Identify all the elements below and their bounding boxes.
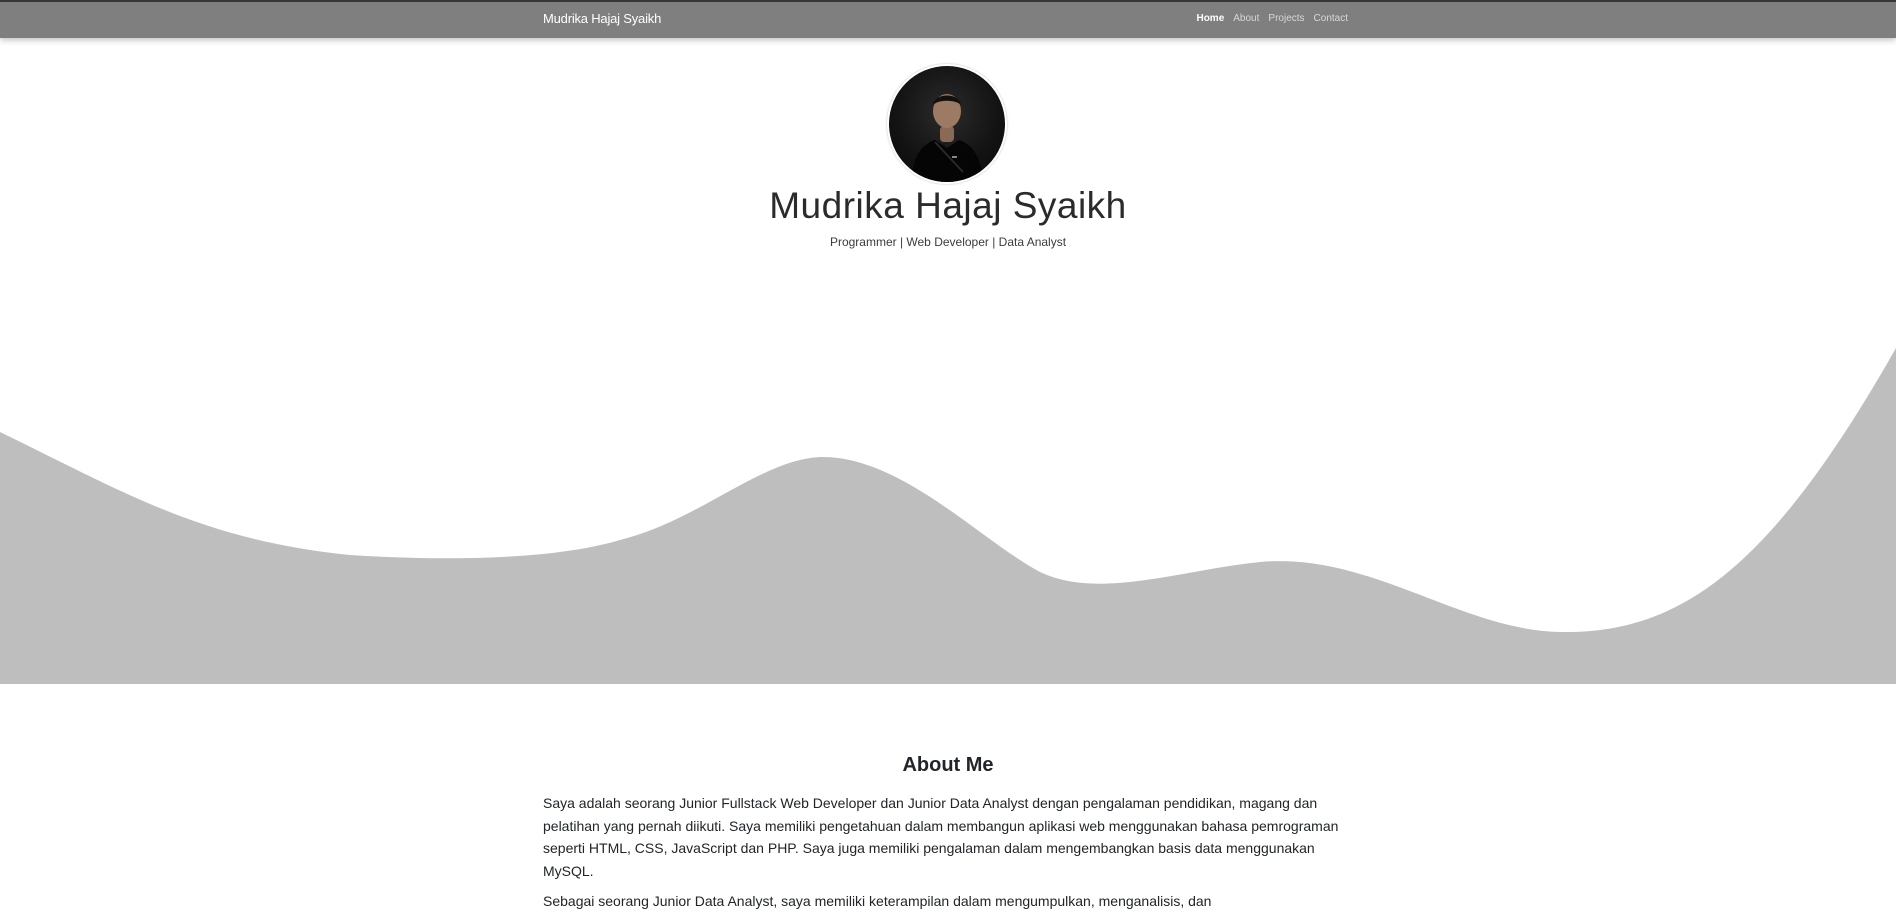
- nav-links: Home About Projects Contact: [1196, 13, 1348, 24]
- about-heading: About Me: [902, 754, 994, 776]
- about-paragraph: Saya adalah seorang Junior Fullstack Web…: [543, 795, 1339, 879]
- person-silhouette-icon: [911, 94, 983, 182]
- hero-name: Mudrika Hajaj Syaikh: [769, 185, 1127, 226]
- wave-shape: [0, 348, 1896, 684]
- about-paragraph: Sebagai seorang Junior Data Analyst, say…: [543, 893, 1212, 909]
- about-content: Saya adalah seorang Junior Fullstack Web…: [543, 792, 1353, 921]
- nav-link-projects[interactable]: Projects: [1268, 13, 1304, 24]
- nav-link-home[interactable]: Home: [1196, 13, 1224, 24]
- profile-photo: [889, 66, 1005, 182]
- hero-subtitle: Programmer | Web Developer | Data Analys…: [829, 235, 1067, 249]
- navbar: Mudrika Hajaj Syaikh Home About Projects…: [0, 2, 1896, 38]
- profile-avatar: [887, 64, 1007, 184]
- navbar-brand[interactable]: Mudrika Hajaj Syaikh: [543, 11, 661, 26]
- nav-link-about[interactable]: About: [1233, 13, 1259, 24]
- nav-link-contact[interactable]: Contact: [1314, 13, 1348, 24]
- decorative-wave: [0, 348, 1896, 684]
